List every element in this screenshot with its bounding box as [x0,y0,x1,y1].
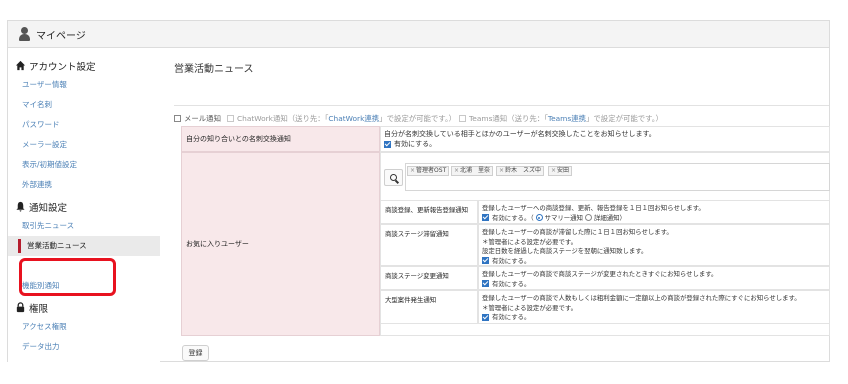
sub-description: 登録したユーザーへの商談登録、更新、報告登録を１日１回お知らせします。 [482,204,705,212]
sub-enable-checkbox[interactable] [482,280,489,287]
sub-label-cell: 大型案件発生通知 [380,290,478,324]
sidebar-item-user-info[interactable]: ユーザー情報 [8,75,160,95]
lock-icon [14,302,26,314]
user-icon [18,26,30,42]
user-tag-label: 管理者OST [416,167,447,174]
detail-radio[interactable] [584,214,592,221]
page-header: マイページ [8,21,829,48]
sub-enable-checkbox[interactable] [482,214,489,221]
sub-enable-label: 有効にする。 [492,256,531,265]
sidebar-section-label: アカウント設定 [29,61,96,73]
remove-icon[interactable]: × [410,167,415,174]
home-icon [14,60,26,72]
exchange-value-cell: 自分が名刺交換している相手とほかのユーザーが名刺交換したことをお知らせします。 … [380,126,830,152]
sidebar-item-external[interactable]: 外部連携 [8,175,160,195]
sidebar-item-my-card[interactable]: マイ名刺 [8,95,160,115]
user-tag-label: 安田 [557,167,570,174]
page-header-title: マイページ [36,30,86,42]
teams-suffix: 」で設定が可能です。） [586,113,663,123]
mail-notify-checkbox[interactable] [174,114,181,122]
chatwork-notify-checkbox[interactable] [226,114,234,122]
sidebar-item-feature-notify[interactable]: 機能別通知 [8,276,160,296]
remove-icon[interactable]: × [454,167,459,174]
main-content: 営業活動ニュース メール通知 ChatWork通知（送り先：「 ChatWork… [174,48,830,362]
teams-prefix: Teams通知（送り先：「 [469,113,548,123]
page-title: 営業活動ニュース [174,64,254,75]
favorite-label: お気に入りユーザー [186,240,249,248]
favorite-label-cell: お気に入りユーザー [181,152,380,336]
sub-label: 商談ステージ変更通知 [385,272,449,280]
sub-value-cell: 登録したユーザーへの商談登録、更新、報告登録を１日１回お知らせします。 有効にす… [478,200,830,224]
sidebar-item-access[interactable]: アクセス権限 [8,317,160,337]
sidebar: アカウント設定 ユーザー情報 マイ名刺 パスワード メーラー設定 表示/初期値設… [8,48,160,362]
sub-value-cell: 登録したユーザーの商談が滞留した際に１日１回お知らせします。 ＊管理者による設定… [478,224,830,266]
search-icon [390,174,397,181]
mypage-frame: マイページ アカウント設定 ユーザー情報 マイ名刺 パスワード メーラー設定 表… [7,20,830,362]
sub-enable-checkbox[interactable] [482,257,489,264]
exchange-label-cell: 自分の知り合いとの名刺交換通知 [181,126,380,152]
save-button[interactable]: 登録 [182,345,209,361]
notify-channel-row: メール通知 ChatWork通知（送り先：「 ChatWork連携 」で設定が可… [174,112,663,124]
sidebar-item-mailer[interactable]: メーラー設定 [8,135,160,155]
mail-notify-label: メール通知 [184,113,221,123]
sidebar-item-password[interactable]: パスワード [8,115,160,135]
divider [174,105,829,106]
remove-icon[interactable]: × [551,167,556,174]
sub-description: ＊管理者による設定が必要です。 [482,237,578,246]
sub-description: 登録したユーザーの商談が滞留した際に１日１回お知らせします。 [482,228,673,236]
sub-enable-label: 有効にする。 [492,313,531,321]
favorite-user-tag-input[interactable]: ×管理者OST ×北浦 里奈 ×鈴木 スズ中 ×安田 [405,163,830,191]
user-tag[interactable]: ×鈴木 スズ中 [496,166,545,176]
sub-enable-label: 有効にする。（ [492,213,534,222]
teams-notify-checkbox[interactable] [459,114,467,122]
sub-label: 商談登録、更新報告登録通知 [385,206,469,214]
summary-radio-label: サマリー通知 [544,213,583,222]
sub-label-cell: 商談ステージ変更通知 [380,266,478,290]
user-tag[interactable]: ×北浦 里奈 [451,166,494,176]
detail-radio-label: 詳細通知 [593,213,620,222]
search-button[interactable] [384,169,403,186]
exchange-label: 自分の知り合いとの名刺交換通知 [186,135,291,143]
sub-value-cell: 登録したユーザーの商談で商談ステージが変更されたときすぐにお知らせします。 有効… [478,266,830,290]
radio-close: ） [619,213,626,222]
summary-radio[interactable] [535,214,543,221]
user-tag[interactable]: ×安田 [548,166,573,176]
sidebar-item-client-news[interactable]: 取引先ニュース [8,216,160,236]
sidebar-item-display[interactable]: 表示/初期値設定 [8,155,160,175]
user-tag-label: 北浦 里奈 [460,167,491,174]
exchange-enable-label: 有効にする。 [394,140,437,148]
sidebar-item-data-export[interactable]: データ出力 [8,337,160,357]
user-tag[interactable]: ×管理者OST [407,166,450,176]
sidebar-section-label: 通知設定 [29,202,68,214]
sub-enable-label: 有効にする。 [492,279,531,288]
exchange-enable-checkbox[interactable] [384,140,391,148]
sub-label: 大型案件発生通知 [385,296,437,304]
teams-link[interactable]: Teams連携 [548,113,586,124]
sub-label-cell: 商談ステージ滞留通知 [380,224,478,266]
sub-value-cell: 登録したユーザーの商談で人数もしくは粗利金額に一定額以上の商談が登録された際にす… [478,290,830,324]
sub-enable-checkbox[interactable] [482,313,489,321]
sidebar-section-notify: 通知設定 [8,197,160,216]
sidebar-item-sales-news[interactable]: 営業活動ニュース [8,236,160,256]
sub-description: 登録したユーザーの商談で商談ステージが変更されたときすぐにお知らせします。 [482,270,718,278]
sidebar-item-label: 営業活動ニュース [27,241,87,250]
chatwork-prefix: ChatWork通知（送り先：「 [236,113,329,123]
sidebar-section-label: 権限 [29,303,49,315]
sub-label-cell: 商談登録、更新報告登録通知 [380,200,478,224]
sub-description: 登録したユーザーの商談で人数もしくは粗利金額に一定額以上の商談が登録された際にす… [482,294,801,302]
sub-description: ＊管理者による設定が必要です。 [482,303,578,312]
sidebar-section-account: アカウント設定 [8,56,160,75]
sub-label: 商談ステージ滞留通知 [385,230,449,238]
user-tag-label: 鈴木 スズ中 [505,167,542,174]
sub-description: 設定日数を経過した商談ステージを翌朝に通知致します。 [482,247,648,255]
sidebar-section-permission: 権限 [8,298,160,317]
chatwork-link[interactable]: ChatWork連携 [328,113,379,124]
bell-icon [14,201,26,213]
exchange-description: 自分が名刺交換している相手とほかのユーザーが名刺交換したことをお知らせします。 [384,130,656,138]
chatwork-suffix: 」で設定が可能です。） [379,113,457,123]
remove-icon[interactable]: × [499,167,504,174]
